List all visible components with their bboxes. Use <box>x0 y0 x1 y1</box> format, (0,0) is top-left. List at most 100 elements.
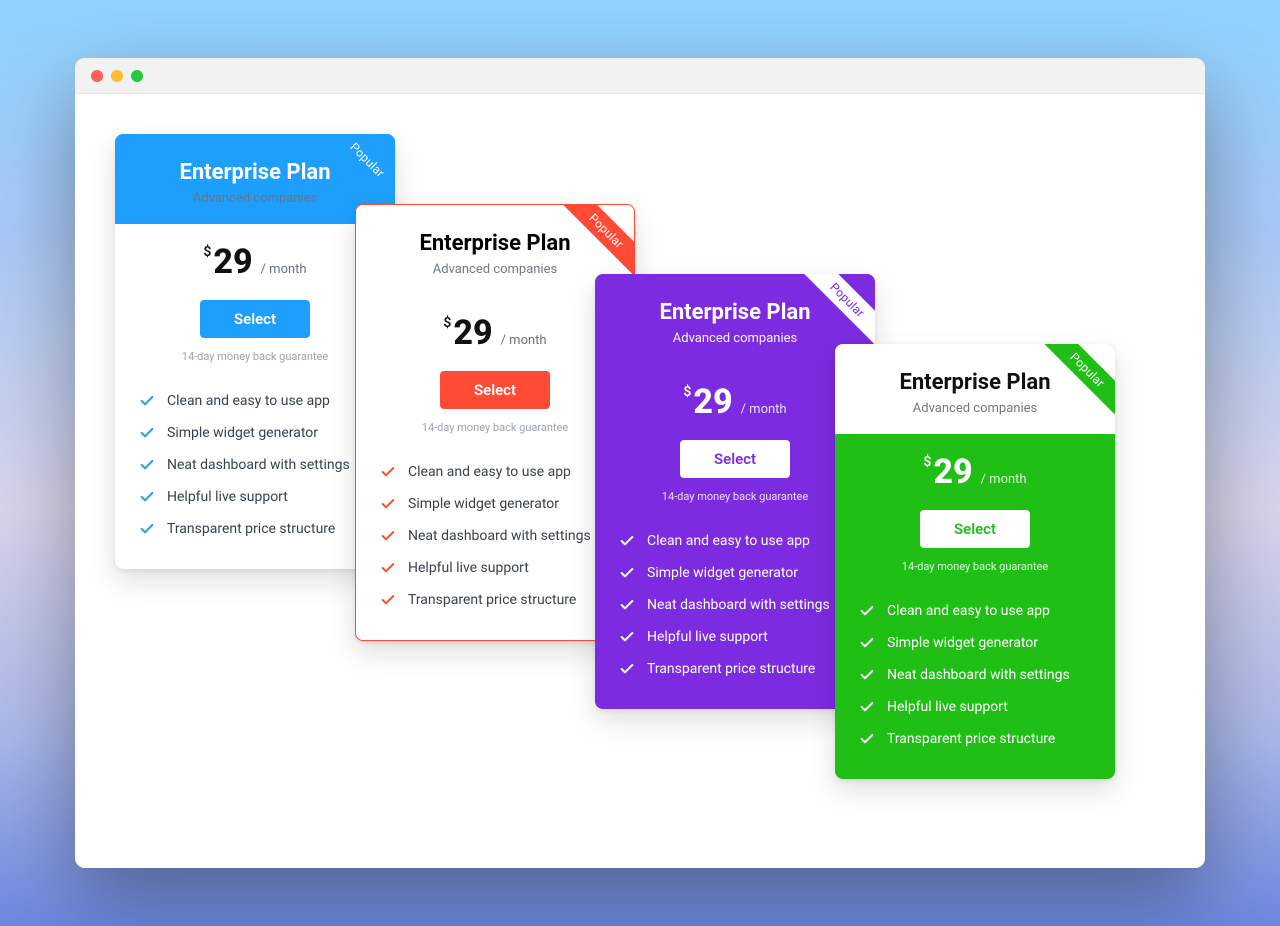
list-item: Simple widget generator <box>859 627 1091 659</box>
check-icon <box>380 464 396 480</box>
check-icon <box>859 667 875 683</box>
plan-title: Enterprise Plan <box>851 370 1099 395</box>
plan-price: $29 / month <box>859 452 1091 492</box>
select-button[interactable]: Select <box>440 371 550 409</box>
plan-price: $29 / month <box>139 242 371 282</box>
feature-list: Clean and easy to use app Simple widget … <box>619 525 851 685</box>
select-button[interactable]: Select <box>680 440 790 478</box>
price-amount: 29 <box>213 242 252 282</box>
window-zoom-icon[interactable] <box>131 70 143 82</box>
select-button[interactable]: Select <box>200 300 310 338</box>
feature-list: Clean and easy to use app Simple widget … <box>139 385 371 545</box>
price-period: / month <box>501 333 547 348</box>
check-icon <box>139 521 155 537</box>
plan-subtitle: Advanced companies <box>372 262 618 277</box>
list-item: Simple widget generator <box>619 557 851 589</box>
feature-label: Helpful live support <box>408 560 529 576</box>
list-item: Neat dashboard with settings <box>380 520 610 552</box>
list-item: Helpful live support <box>619 621 851 653</box>
list-item: Neat dashboard with settings <box>859 659 1091 691</box>
list-item: Helpful live support <box>859 691 1091 723</box>
check-icon <box>139 393 155 409</box>
list-item: Clean and easy to use app <box>380 456 610 488</box>
check-icon <box>380 528 396 544</box>
list-item: Simple widget generator <box>139 417 371 449</box>
plan-title: Enterprise Plan <box>611 300 859 325</box>
check-icon <box>619 629 635 645</box>
page-canvas: Popular Enterprise Plan Advanced compani… <box>75 94 1205 868</box>
check-icon <box>619 661 635 677</box>
plan-title: Enterprise Plan <box>372 231 618 256</box>
list-item: Neat dashboard with settings <box>619 589 851 621</box>
currency-symbol: $ <box>443 315 451 331</box>
check-icon <box>859 699 875 715</box>
guarantee-text: 14-day money back guarantee <box>380 421 610 434</box>
feature-label: Simple widget generator <box>647 565 798 581</box>
feature-label: Helpful live support <box>887 699 1008 715</box>
feature-label: Neat dashboard with settings <box>647 597 830 613</box>
feature-list: Clean and easy to use app Simple widget … <box>859 595 1091 755</box>
check-icon <box>380 592 396 608</box>
feature-label: Transparent price structure <box>408 592 576 608</box>
check-icon <box>380 560 396 576</box>
list-item: Neat dashboard with settings <box>139 449 371 481</box>
check-icon <box>859 731 875 747</box>
list-item: Transparent price structure <box>619 653 851 685</box>
check-icon <box>139 457 155 473</box>
browser-window: Popular Enterprise Plan Advanced compani… <box>75 58 1205 868</box>
feature-label: Clean and easy to use app <box>167 393 330 409</box>
list-item: Clean and easy to use app <box>619 525 851 557</box>
plan-title: Enterprise Plan <box>131 160 379 185</box>
feature-label: Clean and easy to use app <box>647 533 810 549</box>
check-icon <box>619 533 635 549</box>
window-close-icon[interactable] <box>91 70 103 82</box>
feature-label: Neat dashboard with settings <box>408 528 591 544</box>
guarantee-text: 14-day money back guarantee <box>619 490 851 503</box>
feature-label: Clean and easy to use app <box>408 464 571 480</box>
list-item: Transparent price structure <box>380 584 610 616</box>
list-item: Simple widget generator <box>380 488 610 520</box>
price-period: / month <box>981 472 1027 487</box>
plan-price: $29 / month <box>380 313 610 353</box>
pricing-card-purple: Popular Enterprise Plan Advanced compani… <box>595 274 875 709</box>
select-button[interactable]: Select <box>920 510 1030 548</box>
pricing-card-blue: Popular Enterprise Plan Advanced compani… <box>115 134 395 569</box>
check-icon <box>380 496 396 512</box>
pricing-card-red: Popular Enterprise Plan Advanced compani… <box>355 204 635 641</box>
price-amount: 29 <box>453 313 492 353</box>
check-icon <box>859 603 875 619</box>
pricing-card-green: Popular Enterprise Plan Advanced compani… <box>835 344 1115 779</box>
guarantee-text: 14-day money back guarantee <box>859 560 1091 573</box>
price-amount: 29 <box>693 382 732 422</box>
check-icon <box>859 635 875 651</box>
feature-label: Helpful live support <box>647 629 768 645</box>
list-item: Transparent price structure <box>859 723 1091 755</box>
check-icon <box>619 565 635 581</box>
feature-label: Transparent price structure <box>647 661 815 677</box>
price-period: / month <box>741 402 787 417</box>
check-icon <box>139 425 155 441</box>
price-period: / month <box>261 262 307 277</box>
window-titlebar <box>75 58 1205 94</box>
feature-label: Simple widget generator <box>167 425 318 441</box>
feature-label: Simple widget generator <box>887 635 1038 651</box>
window-minimize-icon[interactable] <box>111 70 123 82</box>
feature-label: Neat dashboard with settings <box>887 667 1070 683</box>
guarantee-text: 14-day money back guarantee <box>139 350 371 363</box>
plan-subtitle: Advanced companies <box>611 331 859 346</box>
feature-label: Transparent price structure <box>887 731 1055 747</box>
list-item: Clean and easy to use app <box>859 595 1091 627</box>
feature-label: Neat dashboard with settings <box>167 457 350 473</box>
feature-label: Transparent price structure <box>167 521 335 537</box>
check-icon <box>619 597 635 613</box>
list-item: Helpful live support <box>139 481 371 513</box>
list-item: Transparent price structure <box>139 513 371 545</box>
currency-symbol: $ <box>923 454 931 470</box>
list-item: Helpful live support <box>380 552 610 584</box>
feature-label: Clean and easy to use app <box>887 603 1050 619</box>
plan-subtitle: Advanced companies <box>131 191 379 206</box>
plan-subtitle: Advanced companies <box>851 401 1099 416</box>
feature-label: Simple widget generator <box>408 496 559 512</box>
plan-price: $29 / month <box>619 382 851 422</box>
list-item: Clean and easy to use app <box>139 385 371 417</box>
